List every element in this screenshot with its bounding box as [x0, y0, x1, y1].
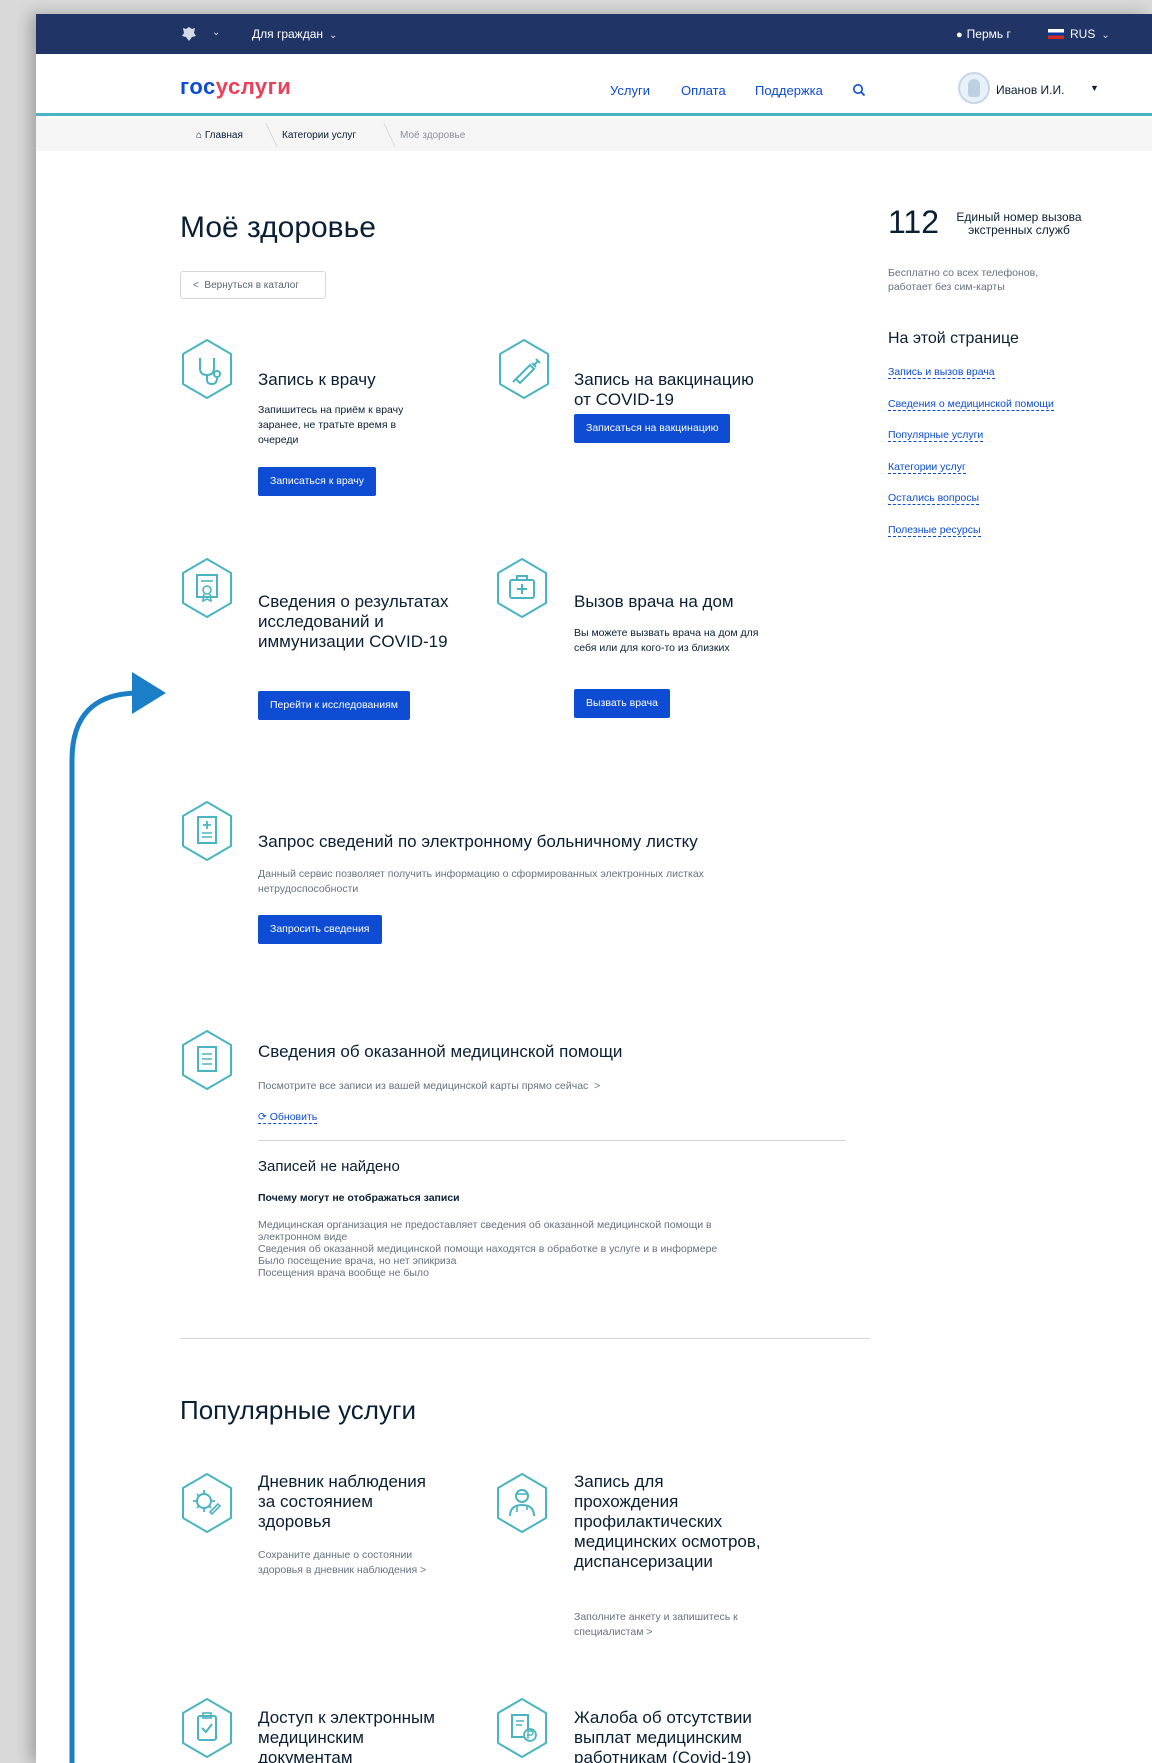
- chevron-right-icon: >: [420, 1564, 427, 1576]
- toc-link[interactable]: Остались вопросы: [888, 492, 980, 505]
- service-title[interactable]: Запись к врачу: [258, 370, 376, 390]
- search-icon[interactable]: [852, 83, 866, 97]
- city-selector[interactable]: ● Пермь г: [956, 27, 1011, 41]
- toc-title: На этой странице: [888, 330, 1019, 347]
- nav-payment[interactable]: Оплата: [681, 83, 726, 98]
- breadcrumb-home-label: Главная: [204, 130, 243, 141]
- chevron-down-icon[interactable]: ⌄: [212, 27, 220, 38]
- chevron-left-icon: <: [193, 280, 199, 291]
- chevron-right-icon: >: [594, 1080, 601, 1092]
- page: ⌄ Для граждан ⌄ ● Пермь г RUS ⌄ госуслуги У…: [36, 14, 1152, 1763]
- breadcrumb-separator: [370, 123, 396, 147]
- logo[interactable]: госуслуги: [180, 74, 291, 100]
- popular-item-description[interactable]: Сохраните данные о состоянии здоровья в …: [258, 1548, 458, 1578]
- refresh-label: Обновить: [269, 1111, 318, 1123]
- toc-link[interactable]: Запись и вызов врача: [888, 366, 995, 379]
- citizens-label: Для граждан: [252, 27, 324, 41]
- emergency-number: 112: [888, 204, 940, 240]
- nav-services[interactable]: Услуги: [610, 83, 650, 98]
- stethoscope-icon: [182, 339, 232, 399]
- service-description: Вы можете вызвать врача на дом для себя …: [574, 627, 759, 654]
- vaccination-button[interactable]: Записаться на вакцинацию: [574, 414, 731, 443]
- popular-item-title[interactable]: Жалоба об отсутствии выплат медицинским …: [574, 1708, 794, 1763]
- chevron-down-icon: ⌄: [1101, 30, 1110, 41]
- logo-part1: гос: [180, 74, 216, 99]
- go-to-research-button[interactable]: Перейти к исследованиям: [258, 691, 410, 720]
- why-title: Почему могут не отображаться записи: [258, 1192, 460, 1204]
- citizens-menu[interactable]: Для граждан ⌄: [252, 27, 337, 41]
- chevron-down-icon: ⌄: [329, 30, 338, 41]
- logo-part2: услуги: [215, 74, 292, 99]
- toc-link[interactable]: Полезные ресурсы: [888, 524, 981, 537]
- divider: [180, 1338, 870, 1339]
- book-doctor-button[interactable]: Записаться к врачу: [258, 467, 376, 496]
- city-label: Пермь г: [966, 27, 1011, 41]
- service-title[interactable]: Запись на вакцинацию от COVID-19: [574, 370, 774, 410]
- service-description: Запишитесь на приём к врачу заранее, не …: [258, 404, 404, 446]
- medkit-icon: [497, 558, 547, 618]
- medical-card-link-label: Посмотрите все записи из вашей медицинск…: [258, 1080, 589, 1092]
- doctor-icon: [497, 1473, 547, 1533]
- request-info-button[interactable]: Запросить сведения: [258, 915, 382, 944]
- flag-icon: [1048, 29, 1064, 39]
- virus-icon: [182, 1473, 232, 1533]
- clipboard-icon: [182, 1698, 232, 1758]
- service-title[interactable]: Вызов врача на дом: [574, 592, 734, 612]
- toc-link[interactable]: Категории услуг: [888, 461, 966, 474]
- toc-link[interactable]: Популярные услуги: [888, 429, 984, 442]
- popular-title: Популярные услуги: [180, 1395, 416, 1425]
- medical-card-link[interactable]: Посмотрите все записи из вашей медицинск…: [258, 1080, 600, 1092]
- breadcrumb-categories[interactable]: Категории услуг: [282, 130, 356, 141]
- header: госуслуги Услуги Оплата Поддержка Иванов…: [36, 54, 1152, 116]
- location-pin-icon: ●: [956, 29, 963, 41]
- document-ruble-icon: [497, 1698, 547, 1758]
- back-to-catalog-button[interactable]: < Вернуться в каталог: [180, 271, 326, 299]
- refresh-link[interactable]: ⟳ Обновить: [258, 1111, 318, 1124]
- user-name[interactable]: Иванов И.И.: [996, 83, 1064, 97]
- top-bar: ⌄ Для граждан ⌄ ● Пермь г RUS ⌄: [36, 14, 1152, 54]
- popular-item-desc-label: Заполните анкету и запишитесь к специали…: [574, 1611, 738, 1638]
- medical-help-title[interactable]: Сведения об оказанной медицинской помощи: [258, 1042, 622, 1062]
- nav-support[interactable]: Поддержка: [755, 83, 823, 98]
- page-title: Моё здоровье: [180, 211, 376, 244]
- popular-item-title[interactable]: Запись для прохождения профилактических …: [574, 1472, 764, 1572]
- emergency-description: Бесплатно со всех телефонов, работает бе…: [888, 267, 1039, 293]
- breadcrumb-current: Моё здоровье: [400, 130, 466, 141]
- back-label: Вернуться в каталог: [204, 280, 299, 291]
- chevron-right-icon: >: [646, 1626, 653, 1638]
- emergency-label: Единый номер вызова экстренных служб: [956, 210, 1082, 237]
- language-label: RUS: [1070, 27, 1096, 41]
- document-list-icon: [182, 1030, 232, 1090]
- popular-item-desc-label: Сохраните данные о состоянии здоровья в …: [258, 1549, 418, 1576]
- sick-leave-description: Данный сервис позволяет получить информа…: [258, 868, 704, 895]
- toc-link[interactable]: Сведения о медицинской помощи: [888, 398, 1054, 411]
- language-selector[interactable]: RUS ⌄: [1048, 27, 1110, 41]
- call-doctor-button[interactable]: Вызвать врача: [574, 689, 670, 718]
- popular-item-description[interactable]: Заполните анкету и запишитесь к специали…: [574, 1610, 764, 1640]
- sick-leave-title[interactable]: Запрос сведений по электронному больничн…: [258, 832, 698, 852]
- home-icon: ⌂: [196, 130, 203, 141]
- caret-down-icon[interactable]: ▼: [1090, 83, 1099, 93]
- syringe-icon: [499, 339, 549, 399]
- popular-item-title[interactable]: Доступ к электронным медицинским докумен…: [258, 1708, 458, 1763]
- service-title[interactable]: Сведения о результатах исследований и им…: [258, 592, 458, 652]
- avatar[interactable]: [958, 72, 990, 104]
- breadcrumb-home[interactable]: ⌂ Главная: [196, 130, 243, 141]
- refresh-icon: ⟳: [258, 1111, 267, 1123]
- breadcrumb-separator: [252, 123, 278, 147]
- document-plus-icon: [182, 801, 232, 861]
- emblem-icon[interactable]: [180, 25, 198, 43]
- breadcrumb: ⌂ Главная Категории услуг Моё здоровье: [36, 119, 1152, 151]
- popular-item-title[interactable]: Дневник наблюдения за состоянием здоровь…: [258, 1472, 438, 1532]
- empty-title: Записей не найдено: [258, 1158, 400, 1175]
- divider: [258, 1140, 846, 1141]
- reason-line: Посещения врача вообще не было: [258, 1267, 429, 1279]
- certificate-icon: [182, 558, 232, 618]
